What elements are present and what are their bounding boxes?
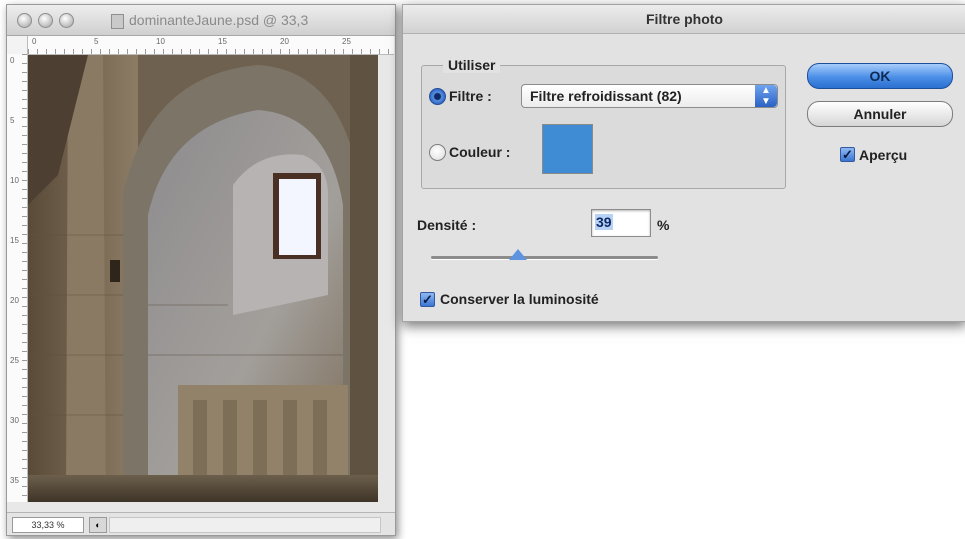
filter-radio-label[interactable]: Filtre : — [449, 88, 492, 104]
ruler-tick: 0 — [32, 37, 37, 46]
density-value: 39 — [595, 214, 613, 230]
document-window: dominanteJaune.psd @ 33,3 0 5 10 15 20 2… — [6, 4, 396, 536]
ok-button[interactable]: OK — [807, 63, 953, 89]
filter-radio[interactable] — [429, 88, 446, 105]
cancel-button[interactable]: Annuler — [807, 101, 953, 127]
church-interior-photo — [28, 55, 378, 502]
ruler-tick: 25 — [342, 37, 351, 46]
ruler-tick: 15 — [218, 37, 227, 46]
ruler-tick: 20 — [280, 37, 289, 46]
ruler-tick: 35 — [10, 476, 19, 485]
file-icon — [111, 14, 124, 29]
ruler-tick: 15 — [10, 236, 19, 245]
density-label: Densité : — [417, 217, 477, 233]
preview-label[interactable]: Aperçu — [859, 147, 907, 163]
vertical-ruler[interactable]: 0 5 10 15 20 25 30 35 — [7, 54, 28, 502]
ruler-tick: 30 — [10, 416, 19, 425]
photo-filter-dialog: Filtre photo Utiliser Filtre : Filtre re… — [402, 4, 965, 322]
dialog-title: Filtre photo — [403, 5, 965, 34]
ruler-origin[interactable] — [7, 36, 28, 55]
ruler-tick: 0 — [10, 56, 15, 65]
density-slider[interactable] — [431, 256, 658, 259]
document-titlebar[interactable]: dominanteJaune.psd @ 33,3 — [7, 5, 395, 36]
horizontal-ruler[interactable]: 0 5 10 15 20 25 — [28, 36, 394, 55]
ruler-tick: 20 — [10, 296, 19, 305]
zoom-window-button[interactable] — [59, 13, 74, 28]
filter-select-value: Filtre refroidissant (82) — [530, 88, 682, 104]
status-bar: 33,33 % ◐ — [7, 512, 395, 535]
photo-canvas[interactable] — [28, 55, 378, 502]
filter-select[interactable]: Filtre refroidissant (82) ▲ ▼ — [521, 84, 778, 108]
ruler-tick: 10 — [10, 176, 19, 185]
ruler-tick: 10 — [156, 37, 165, 46]
color-radio[interactable] — [429, 144, 446, 161]
use-group-label: Utiliser — [443, 57, 501, 73]
zoom-level-field[interactable]: 33,33 % — [12, 517, 84, 533]
preserve-luminosity-label[interactable]: Conserver la luminosité — [440, 291, 599, 307]
ruler-tick: 25 — [10, 356, 19, 365]
minimize-window-button[interactable] — [38, 13, 53, 28]
preserve-luminosity-checkbox[interactable]: ✓ — [420, 292, 435, 307]
density-unit: % — [657, 217, 670, 233]
preview-checkbox[interactable]: ✓ — [840, 147, 855, 162]
density-input[interactable]: 39 — [591, 209, 651, 237]
close-window-button[interactable] — [17, 13, 32, 28]
navigator-icon[interactable]: ◐ — [89, 517, 107, 533]
ruler-tick: 5 — [10, 116, 15, 125]
density-slider-thumb[interactable] — [509, 249, 527, 260]
horizontal-scrollbar[interactable] — [109, 517, 381, 533]
color-swatch[interactable] — [542, 124, 593, 174]
updown-arrows-icon: ▲ ▼ — [755, 85, 777, 107]
ruler-tick: 5 — [94, 37, 99, 46]
document-title: dominanteJaune.psd @ 33,3 — [129, 12, 309, 28]
color-radio-label[interactable]: Couleur : — [449, 144, 510, 160]
